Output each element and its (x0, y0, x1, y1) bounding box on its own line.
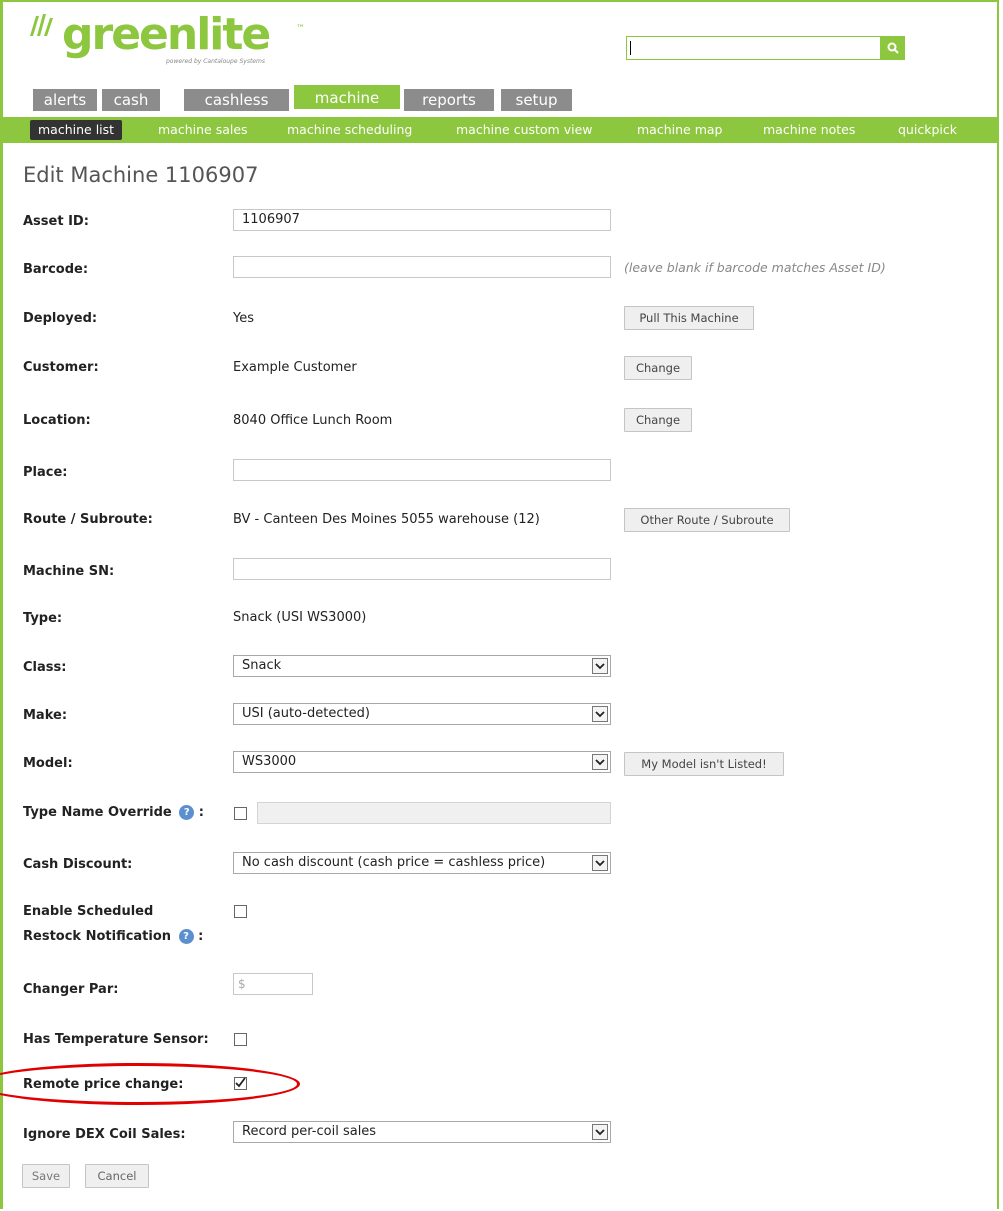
model-select[interactable]: WS3000 (233, 751, 611, 773)
cash-discount-label: Cash Discount: (23, 857, 133, 872)
save-button[interactable]: Save (22, 1164, 70, 1188)
tab-setup[interactable]: setup (501, 89, 572, 111)
type-name-override-text: Type Name Override (23, 805, 172, 820)
class-label: Class: (23, 660, 67, 675)
subnav-quickpick[interactable]: quickpick (898, 117, 957, 143)
chevron-down-icon (592, 658, 608, 674)
ignore-dex-select[interactable]: Record per-coil sales (233, 1121, 611, 1143)
scheduled-restock-checkbox[interactable] (234, 905, 247, 918)
change-location-button[interactable]: Change (624, 408, 692, 432)
type-name-override-colon: : (198, 805, 204, 820)
search-icon (887, 42, 899, 54)
make-label: Make: (23, 708, 68, 723)
help-icon[interactable]: ? (179, 805, 195, 820)
type-value: Snack (USI WS3000) (233, 610, 367, 625)
subnav-machine-list[interactable]: machine list (30, 120, 123, 140)
logo-leaf-icon (30, 14, 53, 36)
cash-discount-select-value: No cash discount (cash price = cashless … (242, 855, 546, 870)
customer-label: Customer: (23, 360, 99, 375)
model-select-value: WS3000 (242, 754, 297, 769)
class-select-value: Snack (242, 658, 282, 673)
subnav-machine-sales[interactable]: machine sales (158, 117, 248, 143)
chevron-down-icon (592, 1124, 608, 1140)
tab-cash[interactable]: cash (102, 89, 160, 111)
type-name-override-label: Type Name Override ? : (23, 805, 204, 820)
chevron-down-icon (592, 706, 608, 722)
subnav-machine-map[interactable]: machine map (637, 117, 722, 143)
chevron-down-icon (592, 855, 608, 871)
other-route-button[interactable]: Other Route / Subroute (624, 508, 790, 532)
search-input[interactable] (626, 36, 881, 60)
subnav-machine-custom-view[interactable]: machine custom view (456, 117, 592, 143)
temp-sensor-checkbox[interactable] (234, 1033, 247, 1046)
tab-reports[interactable]: reports (404, 89, 494, 111)
temp-sensor-label: Has Temperature Sensor: (23, 1032, 209, 1047)
tab-machine[interactable]: machine (294, 85, 400, 109)
location-value: 8040 Office Lunch Room (233, 413, 393, 428)
changer-par-label: Changer Par: (23, 982, 119, 997)
route-value: BV - Canteen Des Moines 5055 warehouse (… (233, 512, 540, 527)
change-customer-button[interactable]: Change (624, 356, 692, 380)
logo-wordmark: greenlite (62, 9, 271, 60)
barcode-hint: (leave blank if barcode matches Asset ID… (624, 260, 886, 275)
type-name-override-checkbox[interactable] (234, 807, 247, 820)
class-select[interactable]: Snack (233, 655, 611, 677)
tab-alerts[interactable]: alerts (33, 89, 97, 111)
tab-cashless[interactable]: cashless (184, 89, 289, 111)
make-select-value: USI (auto-detected) (242, 706, 370, 721)
page-title: Edit Machine 1106907 (23, 163, 259, 187)
scheduled-restock-label-line1: Enable Scheduled (23, 904, 154, 919)
place-input[interactable] (233, 459, 611, 481)
machine-subnav: machine list machine sales machine sched… (3, 117, 997, 143)
barcode-input[interactable] (233, 256, 611, 278)
logo-trademark: ™ (296, 24, 305, 34)
pull-machine-button[interactable]: Pull This Machine (624, 306, 754, 330)
search-button[interactable] (881, 36, 905, 60)
asset-id-label: Asset ID: (23, 214, 89, 229)
machine-sn-input[interactable] (233, 558, 611, 580)
make-select[interactable]: USI (auto-detected) (233, 703, 611, 725)
chevron-down-icon (592, 754, 608, 770)
machine-sn-label: Machine SN: (23, 564, 115, 579)
ignore-dex-label: Ignore DEX Coil Sales: (23, 1127, 186, 1142)
asset-id-input[interactable]: 1106907 (233, 209, 611, 231)
ignore-dex-select-value: Record per-coil sales (242, 1124, 377, 1139)
deployed-value: Yes (233, 311, 254, 326)
type-label: Type: (23, 611, 63, 626)
help-icon[interactable]: ? (178, 929, 194, 944)
route-label: Route / Subroute: (23, 512, 153, 527)
type-name-override-input[interactable] (257, 802, 611, 824)
cash-discount-select[interactable]: No cash discount (cash price = cashless … (233, 852, 611, 874)
scheduled-restock-label-line2-row: Restock Notification ? : (23, 929, 203, 944)
barcode-label: Barcode: (23, 262, 89, 277)
customer-value: Example Customer (233, 360, 357, 375)
text-cursor (630, 41, 631, 55)
location-label: Location: (23, 413, 91, 428)
subnav-machine-notes[interactable]: machine notes (763, 117, 855, 143)
powered-by-text: powered by Cantaloupe Systems (166, 58, 265, 65)
model-label: Model: (23, 756, 73, 771)
cancel-button[interactable]: Cancel (85, 1164, 149, 1188)
model-not-listed-button[interactable]: My Model isn't Listed! (624, 752, 784, 776)
place-label: Place: (23, 465, 68, 480)
scheduled-restock-label-line2: Restock Notification (23, 929, 172, 944)
deployed-label: Deployed: (23, 311, 98, 326)
scheduled-restock-colon: : (198, 929, 204, 944)
subnav-machine-scheduling[interactable]: machine scheduling (287, 117, 412, 143)
changer-par-input[interactable]: $ (233, 973, 313, 995)
